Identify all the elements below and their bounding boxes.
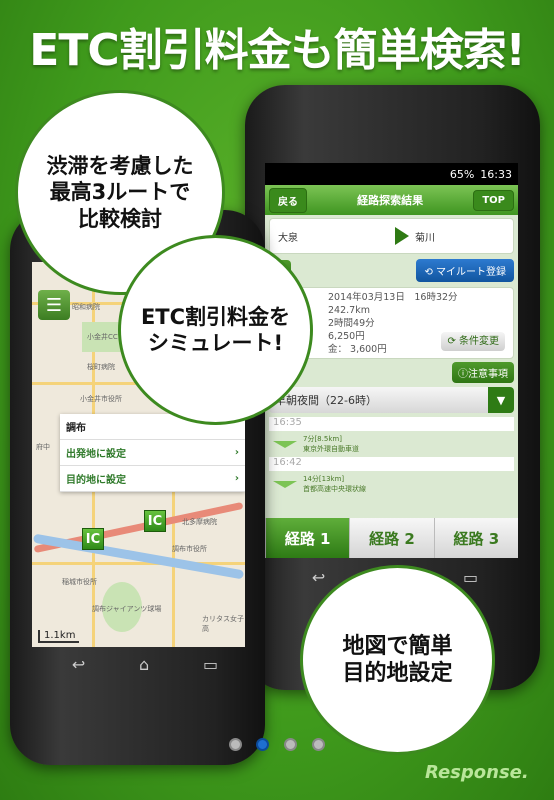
down-arrow-icon <box>273 480 297 488</box>
route-endpoints: 大泉 菊川 <box>269 218 514 254</box>
pager-dot[interactable] <box>229 738 242 751</box>
header: 戻る 経路探索結果 TOP <box>265 185 518 215</box>
response-logo: Response. <box>425 762 529 783</box>
time-band-select[interactable]: 早朝夜間（22-6時） ▼ <box>269 387 514 413</box>
notice-button[interactable]: ⓘ注意事項 <box>452 362 514 383</box>
segment-time: 16:42 <box>269 457 514 471</box>
datetime: 2014年03月13日 16時32分 <box>328 292 458 303</box>
tab-route-2[interactable]: 経路 2 <box>349 518 434 558</box>
left-nav-bar: ↩ ⌂ ▭ <box>45 655 245 674</box>
route-tabs: 経路 1 経路 2 経路 3 <box>265 518 518 558</box>
myroute-icon: ⟲ <box>424 267 436 278</box>
tab-route-1[interactable]: 経路 1 <box>265 518 350 558</box>
map-scale: 1.1km <box>38 630 80 643</box>
set-destination-item[interactable]: 目的地に設定 › <box>60 466 245 492</box>
callout-bubble-map: 地図で簡単 目的地設定 <box>300 565 495 755</box>
back-icon[interactable]: ↩ <box>72 655 85 674</box>
destination: 菊川 <box>415 232 435 244</box>
ic-marker[interactable]: IC <box>82 528 104 550</box>
page-title: 経路探索結果 <box>357 194 424 207</box>
top-button[interactable]: TOP <box>473 189 514 211</box>
location-popup: 調布 出発地に設定 › 目的地に設定 › <box>60 414 245 492</box>
down-arrow-icon <box>273 440 297 448</box>
distance: 242.7km <box>328 305 370 316</box>
recent-apps-icon[interactable]: ▭ <box>203 655 218 674</box>
recent-apps-icon[interactable]: ▭ <box>463 568 478 587</box>
back-button[interactable]: 戻る <box>269 187 307 213</box>
set-origin-item[interactable]: 出発地に設定 › <box>60 440 245 466</box>
battery-text: 65% <box>449 167 475 181</box>
segment: 14分[13km] 首都高速中央環状線 <box>265 473 518 495</box>
home-icon[interactable]: ⌂ <box>139 655 149 674</box>
callout-bubble-etc: ETC割引料金を シミュレート! <box>118 235 313 425</box>
change-conditions-button[interactable]: ⟳ 条件変更 <box>441 332 505 351</box>
headline: ETC割引料金も簡単検索! <box>29 25 525 76</box>
myroute-button[interactable]: ⟲ マイルート登録 <box>416 259 514 282</box>
clock: 16:33 <box>480 167 512 181</box>
info-icon: ⓘ <box>458 369 468 380</box>
duration: 2時間49分 <box>328 318 375 329</box>
arrow-right-icon <box>395 227 409 245</box>
pager-dot-active[interactable] <box>256 738 269 751</box>
tab-route-3[interactable]: 経路 3 <box>433 518 518 558</box>
menu-icon[interactable]: ☰ <box>38 290 70 320</box>
segment: 7分[8.5km] 東京外環自動車道 <box>265 433 518 455</box>
pager-dot[interactable] <box>284 738 297 751</box>
segment-time: 16:35 <box>269 417 514 431</box>
chevron-right-icon: › <box>234 447 239 458</box>
pager-dot[interactable] <box>312 738 325 751</box>
chevron-right-icon: › <box>234 473 239 484</box>
ic-marker[interactable]: IC <box>144 510 166 532</box>
origin: 大泉 <box>278 232 298 244</box>
dropdown-icon: ▼ <box>488 387 514 413</box>
status-bar: 65% 16:33 <box>265 163 518 185</box>
back-icon[interactable]: ↩ <box>312 568 325 587</box>
